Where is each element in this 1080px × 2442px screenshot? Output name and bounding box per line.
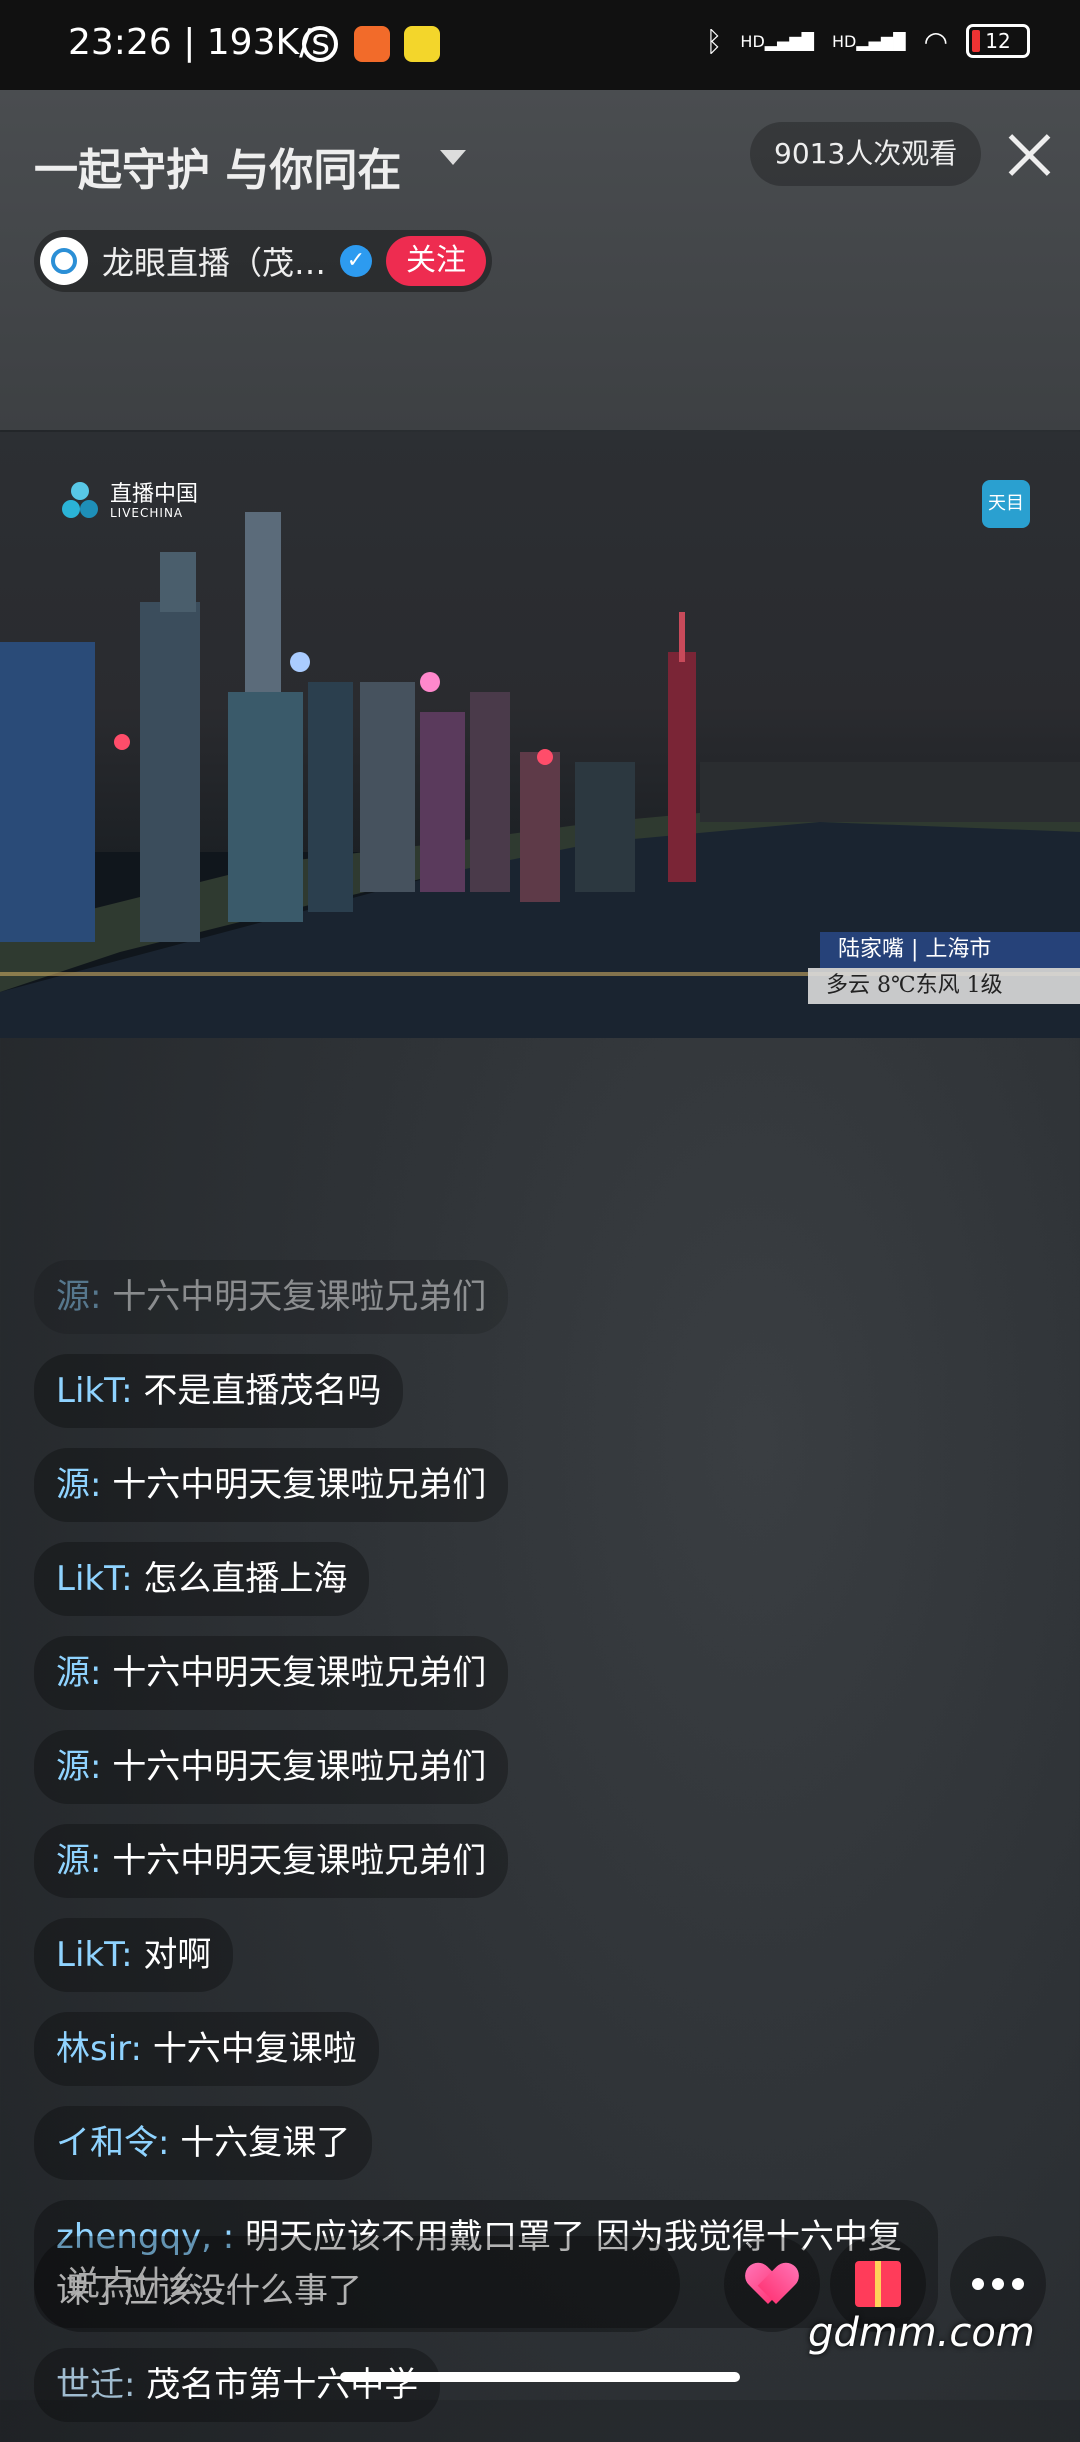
location-caption: 陆家嘴 | 上海市 [820,932,1080,968]
chat-username[interactable]: LikT: [56,1935,133,1975]
chat-message[interactable]: イ和令: 十六复课了 [34,2106,373,2180]
chat-message[interactable]: 林sir: 十六中复课啦 [34,2012,379,2086]
chat-username[interactable]: 源: [56,1465,101,1505]
verified-icon: ✓ [340,245,373,277]
chat-row: LikT: 对啊 [34,1918,974,2012]
like-button[interactable] [724,2236,820,2332]
chat-row: 源: 十六中明天复课啦兄弟们 [34,1824,974,1918]
chat-username[interactable]: 源: [56,1841,101,1881]
chat-username[interactable]: 源: [56,1653,101,1693]
anchor-name[interactable]: 龙眼直播（茂… [102,238,326,284]
alarm-icon [302,26,338,62]
battery-level: 12 [985,29,1011,53]
viewer-count[interactable]: 9013人次观看 [750,122,982,186]
chevron-down-icon[interactable] [440,150,466,165]
chat-username[interactable]: LikT: [56,1371,133,1411]
chat-message[interactable]: LikT: 怎么直播上海 [34,1542,370,1616]
chat-username[interactable]: 源: [56,1277,101,1317]
battery-icon: 12 [966,24,1030,58]
weather-caption: 多云 8℃东风 1级 [808,968,1080,1004]
app-notification-icon [404,26,440,62]
chat-message[interactable]: LikT: 不是直播茂名吗 [34,1354,404,1428]
chat-message[interactable]: 世迁: 茂名市第十六中学 [34,2348,441,2422]
status-bar: 23:26 | 193K/s ᛒ HD▂▄▆█ HD▂▄▆█ ◠ 12 [0,0,1080,90]
chat-row: イ和令: 十六复课了 [34,2106,974,2200]
chat-text: 十六中明天复课啦兄弟们 [112,1841,487,1881]
status-time: 23:26 | 193K/s [68,22,330,63]
livechina-logo: 直播中国 LIVECHINA [62,482,198,522]
chat-username[interactable]: LikT: [56,1559,133,1599]
room-title[interactable]: 一起守护 与你同在 [34,134,401,198]
comment-input[interactable]: 说点什么... [34,2236,680,2332]
chat-text: 茂名市第十六中学 [146,2365,419,2405]
chat-row: 世迁: 茂名市第十六中学 [34,2348,974,2442]
live-header: 一起守护 与你同在 9013人次观看 龙眼直播（茂… ✓ 关注 [0,90,1080,430]
anchor-info[interactable]: 龙眼直播（茂… ✓ 关注 [34,230,493,292]
home-indicator[interactable] [340,2372,740,2382]
chat-row: 源: 十六中明天复课啦兄弟们 [34,1730,974,1824]
avatar[interactable] [40,237,88,285]
chat-message[interactable]: 源: 十六中明天复课啦兄弟们 [34,1448,509,1522]
chat-message[interactable]: 源: 十六中明天复课啦兄弟们 [34,1730,509,1804]
chat-text: 怎么直播上海 [143,1559,348,1599]
chat-text: 十六中复课啦 [152,2029,357,2069]
heart-icon [750,2264,794,2304]
chat-text: 十六中明天复课啦兄弟们 [112,1277,487,1317]
follow-button[interactable]: 关注 [386,236,487,286]
chat-row: 林sir: 十六中复课啦 [34,2012,974,2106]
chat-text: 十六中明天复课啦兄弟们 [112,1653,487,1693]
livechina-logo-text: 直播中国 [110,482,199,507]
chat-row: LikT: 不是直播茂名吗 [34,1354,974,1448]
camera-app-icon [354,26,390,62]
livechina-logo-sub: LIVECHINA [110,506,184,520]
chat-text: 对啊 [143,1935,212,1975]
chat-text: 十六复课了 [180,2123,351,2163]
chat-message[interactable]: 源: 十六中明天复课啦兄弟们 [34,1260,509,1334]
chat-username[interactable]: 源: [56,1747,101,1787]
chat-row: 源: 十六中明天复课啦兄弟们 [34,1260,974,1354]
more-dots-icon [972,2278,1024,2290]
chat-username[interactable]: 林sir: [56,2029,142,2069]
gift-icon [855,2261,901,2307]
eye-logo-icon [51,248,77,274]
watermark: gdmm.com [808,2310,1035,2356]
chat-text: 不是直播茂名吗 [143,1371,382,1411]
chat-username[interactable]: イ和令: [56,2123,169,2163]
close-icon[interactable] [1005,130,1055,180]
signal-icon-2: HD▂▄▆█ [831,31,906,51]
bluetooth-icon: ᛒ [705,24,723,58]
chat-row: 源: 十六中明天复课啦兄弟们 [34,1448,974,1542]
chat-message[interactable]: 源: 十六中明天复课啦兄弟们 [34,1636,509,1710]
signal-icon-1: HD▂▄▆█ [740,31,814,51]
status-right: ᛒ HD▂▄▆█ HD▂▄▆█ ◠ 12 [706,24,1030,58]
live-video[interactable]: 直播中国 LIVECHINA 天目 陆家嘴 | 上海市 多云 8℃东风 1级 [0,432,1080,1038]
chat-text: 十六中明天复课啦兄弟们 [112,1465,487,1505]
chat-message[interactable]: 源: 十六中明天复课啦兄弟们 [34,1824,509,1898]
chat-row: LikT: 怎么直播上海 [34,1542,974,1636]
livechina-logo-icon [62,482,102,522]
wifi-icon: ◠ [923,24,948,58]
chat-message[interactable]: LikT: 对啊 [34,1918,234,1992]
chat-text: 十六中明天复课啦兄弟们 [112,1747,487,1787]
chat-row: 源: 十六中明天复课啦兄弟们 [34,1636,974,1730]
chat-username[interactable]: 世迁: [56,2365,135,2405]
tianmu-badge: 天目 [982,480,1030,528]
